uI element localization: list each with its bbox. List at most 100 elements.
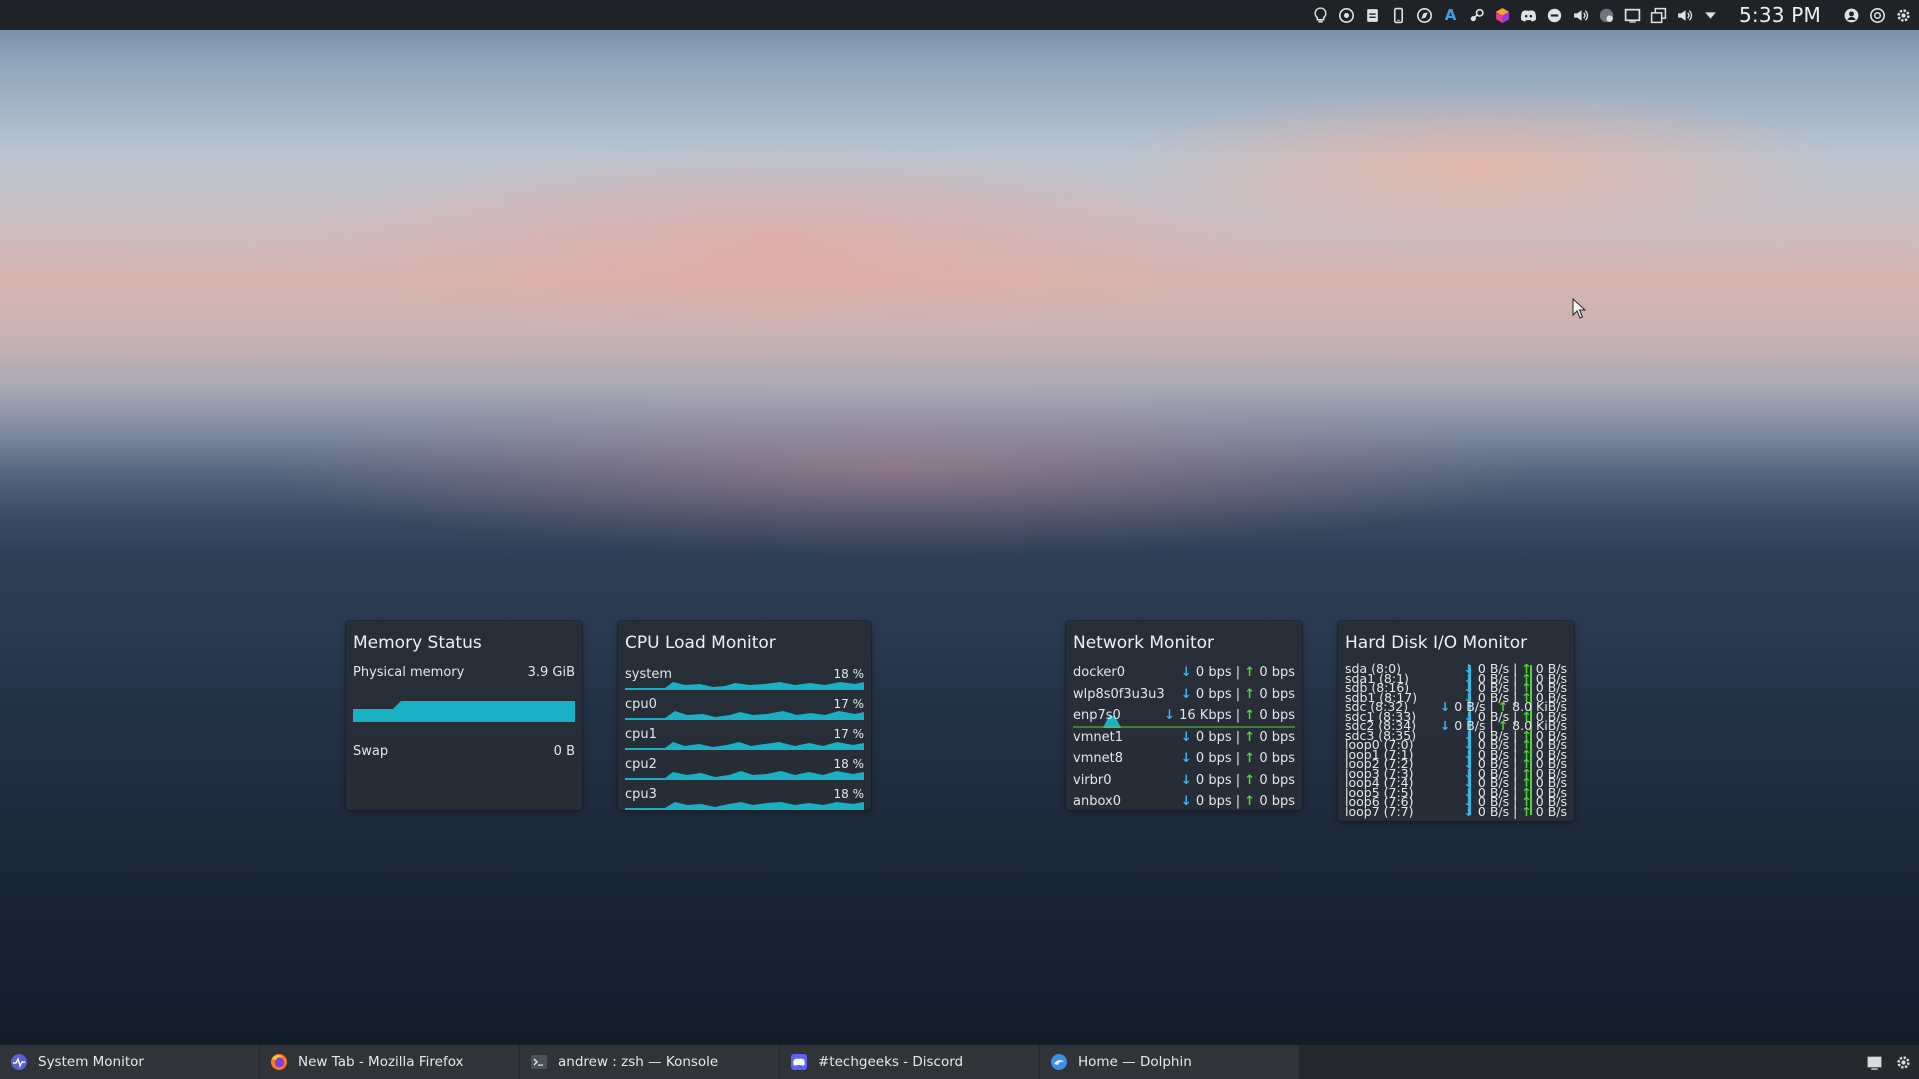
task-label: System Monitor bbox=[38, 1054, 144, 1070]
network-row: docker0 ↓ 0 bps | ↑ 0 bps bbox=[1073, 665, 1295, 687]
disk-io-widget[interactable]: Hard Disk I/O Monitor sda (8:0) ↓ 0 B/s |… bbox=[1338, 621, 1574, 821]
network-row: virbr0 ↓ 0 bps | ↑ 0 bps bbox=[1073, 773, 1295, 795]
cpu-row: cpu2 18 % bbox=[625, 755, 864, 785]
read-arrow-icon: ↓ bbox=[1463, 803, 1474, 819]
cpu-name: system bbox=[625, 667, 672, 682]
download-rate: 0 bps bbox=[1195, 665, 1232, 680]
widget-title: Network Monitor bbox=[1073, 633, 1215, 653]
lightbulb-icon[interactable] bbox=[1311, 6, 1330, 25]
upload-rate: 0 bps bbox=[1259, 665, 1295, 680]
interface-rates: ↓ 0 bps | ↑ 0 bps bbox=[1180, 751, 1295, 766]
cpu-row: cpu0 17 % bbox=[625, 695, 864, 725]
cpu-row: cpu3 18 % bbox=[625, 785, 864, 815]
cpu-percent: 18 % bbox=[833, 667, 865, 681]
upload-rate: 0 bps bbox=[1259, 794, 1295, 809]
widget-title: Hard Disk I/O Monitor bbox=[1345, 633, 1528, 653]
power-icon[interactable] bbox=[1868, 6, 1887, 25]
dolphin-icon bbox=[1050, 1053, 1068, 1071]
window-icon[interactable] bbox=[1649, 6, 1668, 25]
network-row: wlp8s0f3u3u3 ↓ 0 bps | ↑ 0 bps bbox=[1073, 687, 1295, 709]
read-rate: 0 B/s bbox=[1477, 803, 1510, 819]
discord-icon bbox=[790, 1053, 808, 1071]
download-arrow-icon: ↓ bbox=[1164, 708, 1175, 723]
task-dolphin[interactable]: Home — Dolphin bbox=[1040, 1045, 1299, 1079]
download-rate: 0 bps bbox=[1195, 686, 1232, 702]
download-arrow-icon: ↓ bbox=[1180, 729, 1192, 745]
notifications-icon[interactable] bbox=[1865, 1053, 1884, 1072]
task-konsole[interactable]: andrew : zsh — Konsole bbox=[520, 1045, 779, 1079]
chat-bubble-icon[interactable] bbox=[1545, 6, 1564, 25]
network-status-icon[interactable] bbox=[1597, 6, 1616, 25]
network-row: enp7s0 ↓ 16 Kbps | ↑ 0 bps bbox=[1073, 708, 1295, 730]
taskbar-spacer bbox=[1300, 1045, 1865, 1079]
network-row: anbox0 ↓ 0 bps | ↑ 0 bps bbox=[1073, 794, 1295, 816]
settings-icon[interactable] bbox=[1894, 6, 1913, 25]
phone-icon[interactable] bbox=[1389, 6, 1408, 25]
upload-arrow-icon: ↑ bbox=[1244, 665, 1256, 680]
task-label: Home — Dolphin bbox=[1078, 1054, 1192, 1070]
color-cube-icon[interactable] bbox=[1493, 6, 1512, 25]
cpu-percent: 18 % bbox=[833, 757, 865, 771]
system-tray: A 5:33 PM bbox=[1311, 0, 1913, 30]
cpu-load-widget[interactable]: CPU Load Monitor system 18 % cpu0 17 % c… bbox=[618, 621, 871, 810]
task-system-monitor[interactable]: System Monitor bbox=[0, 1045, 259, 1079]
task-label: New Tab - Mozilla Firefox bbox=[298, 1054, 464, 1070]
upload-arrow-icon: ↑ bbox=[1244, 751, 1256, 766]
physical-memory-label: Physical memory bbox=[353, 665, 465, 680]
cpu-graph bbox=[625, 742, 864, 750]
memory-status-widget[interactable]: Memory Status Physical memory 3.9 GiB Sw… bbox=[346, 621, 582, 810]
cpu-name: cpu0 bbox=[625, 697, 657, 712]
user-account-icon[interactable] bbox=[1842, 6, 1861, 25]
cpu-name: cpu2 bbox=[625, 757, 657, 772]
help-circle-icon[interactable] bbox=[1337, 6, 1356, 25]
task-firefox[interactable]: New Tab - Mozilla Firefox bbox=[260, 1045, 519, 1079]
swap-label: Swap bbox=[353, 744, 389, 759]
download-arrow-icon: ↓ bbox=[1180, 665, 1192, 680]
interface-rates: ↓ 0 bps | ↑ 0 bps bbox=[1180, 686, 1295, 702]
mouse-cursor-icon bbox=[1572, 298, 1586, 319]
upload-arrow-icon: ↑ bbox=[1244, 772, 1256, 788]
disk-list: sda (8:0) ↓ 0 B/s | ↑ 0 B/s sda1 (8:1) ↓ 0… bbox=[1345, 662, 1567, 818]
widget-title: Memory Status bbox=[353, 633, 482, 653]
upload-rate: 0 bps bbox=[1259, 686, 1295, 702]
disk-row: loop7 (7:7) ↓ 0 B/s | ↑ 0 B/s bbox=[1345, 805, 1567, 818]
download-arrow-icon: ↓ bbox=[1180, 686, 1192, 702]
swap-value: 0 B bbox=[553, 744, 575, 759]
download-rate: 16 Kbps bbox=[1179, 708, 1232, 723]
upload-rate: 0 bps bbox=[1259, 751, 1295, 766]
volume-icon-2[interactable] bbox=[1675, 6, 1694, 25]
interface-rates: ↓ 16 Kbps | ↑ 0 bps bbox=[1164, 708, 1295, 723]
terminal-icon bbox=[530, 1053, 548, 1071]
panel-settings-icon[interactable] bbox=[1894, 1053, 1913, 1072]
interface-name: docker0 bbox=[1073, 665, 1126, 680]
download-arrow-icon: ↓ bbox=[1180, 794, 1192, 809]
cpu-percent: 18 % bbox=[833, 787, 865, 801]
compass-icon[interactable] bbox=[1415, 6, 1434, 25]
cpu-percent: 17 % bbox=[833, 697, 865, 711]
top-panel: A 5:33 PM bbox=[0, 0, 1919, 30]
upload-arrow-icon: ↑ bbox=[1244, 794, 1256, 809]
discord-icon[interactable] bbox=[1519, 6, 1538, 25]
upload-arrow-icon: ↑ bbox=[1244, 686, 1256, 702]
network-row: vmnet1 ↓ 0 bps | ↑ 0 bps bbox=[1073, 730, 1295, 752]
clipboard-icon[interactable] bbox=[1363, 6, 1382, 25]
text-a-icon[interactable]: A bbox=[1441, 6, 1460, 25]
write-rate: 0 B/s bbox=[1535, 803, 1567, 819]
interface-name: vmnet8 bbox=[1073, 751, 1123, 766]
expand-arrow-icon[interactable] bbox=[1701, 6, 1720, 25]
interface-name: enp7s0 bbox=[1073, 708, 1121, 723]
upload-arrow-icon: ↑ bbox=[1244, 729, 1256, 745]
download-rate: 0 bps bbox=[1195, 729, 1232, 745]
task-discord[interactable]: #techgeeks - Discord bbox=[780, 1045, 1039, 1079]
cpu-name: cpu3 bbox=[625, 787, 657, 802]
cpu-row: cpu1 17 % bbox=[625, 725, 864, 755]
volume-icon[interactable] bbox=[1571, 6, 1590, 25]
clock[interactable]: 5:33 PM bbox=[1739, 3, 1821, 27]
cpu-graph bbox=[625, 711, 864, 720]
network-monitor-widget[interactable]: Network Monitor docker0 ↓ 0 bps | ↑ 0 bp… bbox=[1066, 621, 1302, 810]
interface-name: anbox0 bbox=[1073, 794, 1121, 809]
download-rate: 0 bps bbox=[1195, 772, 1232, 788]
physical-memory-graph bbox=[353, 701, 575, 722]
steam-icon[interactable] bbox=[1467, 6, 1486, 25]
display-icon[interactable] bbox=[1623, 6, 1642, 25]
